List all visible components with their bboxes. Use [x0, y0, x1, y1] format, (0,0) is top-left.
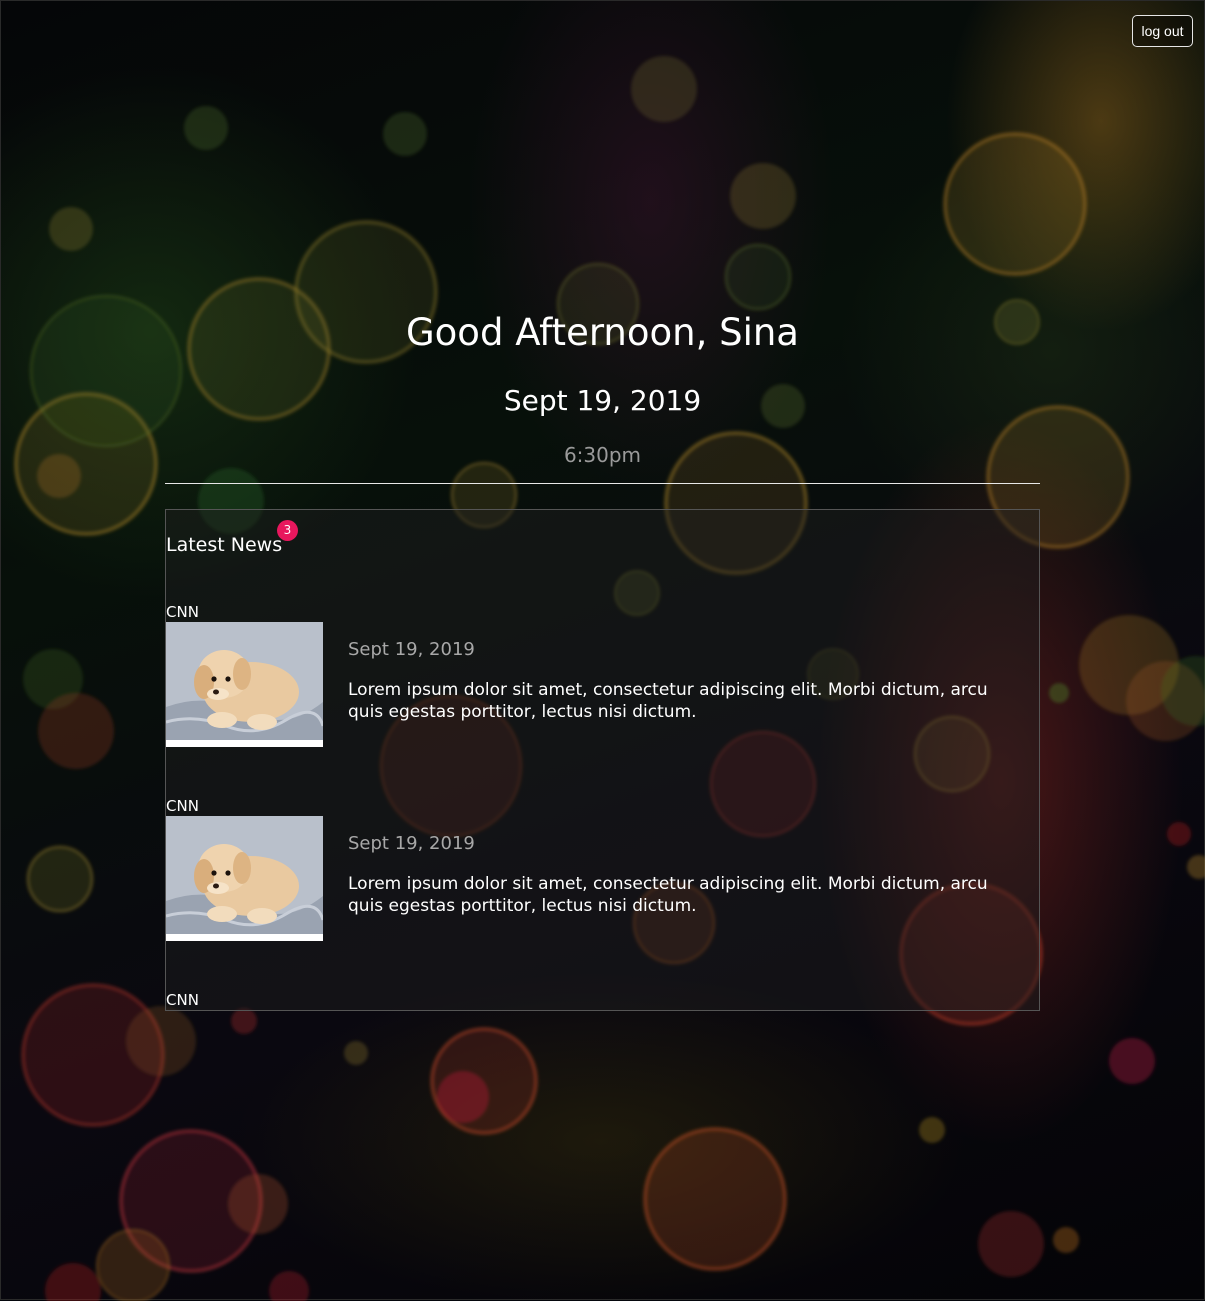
news-date: Sept 19, 2019: [348, 833, 475, 854]
news-thumbnail-puppy[interactable]: [166, 816, 323, 941]
news-thumbnail-puppy[interactable]: [166, 622, 323, 747]
news-summary: Lorem ipsum dolor sit amet, consectetur …: [348, 680, 988, 722]
divider: [165, 483, 1040, 484]
news-source: CNN: [166, 603, 199, 621]
news-panel: Latest News 3 CNN Sept 19, 2019 Lorem ip…: [165, 509, 1040, 1011]
current-time: 6:30pm: [563, 443, 642, 467]
news-date: Sept 19, 2019: [348, 639, 475, 660]
current-date: Sept 19, 2019: [503, 384, 702, 417]
news-summary: Lorem ipsum dolor sit amet, consectetur …: [348, 874, 988, 916]
news-heading: Latest News: [166, 534, 283, 556]
news-source: CNN: [166, 991, 199, 1009]
news-count-badge: 3: [277, 520, 298, 541]
logout-button[interactable]: log out: [1132, 15, 1193, 47]
greeting-title: Good Afternoon, Sina: [406, 311, 799, 354]
news-source: CNN: [166, 797, 199, 815]
